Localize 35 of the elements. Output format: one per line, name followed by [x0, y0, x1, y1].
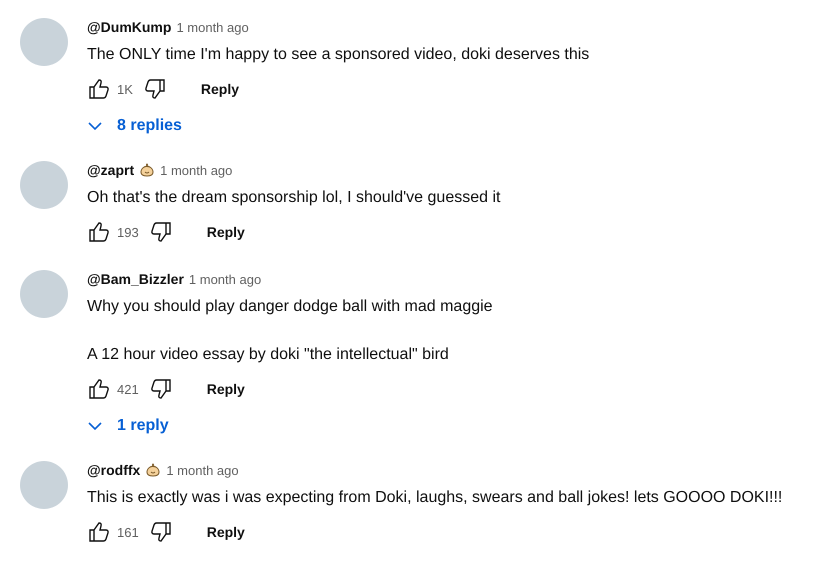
chevron-down-icon	[87, 121, 103, 131]
comment-time[interactable]: 1 month ago	[160, 162, 232, 178]
thumbs-up-icon	[87, 220, 111, 244]
comment-time[interactable]: 1 month ago	[176, 20, 249, 34]
thumbs-up-icon	[87, 520, 111, 544]
thumbs-down-icon	[148, 220, 173, 244]
comment-time[interactable]: 1 month ago	[166, 462, 239, 478]
comment-text: Why you should play danger dodge ball with mad maggie	[87, 297, 493, 317]
comment-author[interactable]: @Bam_Bizzler	[87, 271, 184, 287]
like-count: 161	[117, 524, 139, 540]
thumbs-up-icon	[87, 377, 111, 401]
like-count: 421	[117, 382, 139, 396]
thumbs-up-icon	[87, 77, 111, 101]
comment-text: The ONLY time I'm happy to see a sponsored video, doki deserves this	[87, 45, 590, 65]
comment-time[interactable]: 1 month ago	[188, 272, 262, 286]
reply-button[interactable]: Reply	[194, 216, 257, 248]
comment-author[interactable]: @DumKump	[87, 19, 172, 35]
like-count: 1K	[117, 82, 133, 96]
thumbs-down-icon	[148, 520, 173, 544]
comment-text: Oh that's the dream sponsorship lol, I should've guessed it	[87, 188, 500, 208]
chevron-down-icon	[87, 421, 103, 431]
member-badge-icon	[145, 462, 162, 478]
reply-button[interactable]: Reply	[194, 373, 257, 405]
thumbs-down-icon	[148, 377, 173, 401]
view-replies-button[interactable]: 8 replies	[87, 111, 590, 141]
reply-button[interactable]: Reply	[194, 516, 257, 548]
member-badge-icon	[139, 162, 156, 178]
comment-author[interactable]: @zaprt	[87, 162, 134, 178]
like-count: 193	[117, 224, 139, 240]
reply-button[interactable]: Reply	[188, 73, 252, 105]
comment-author[interactable]: @rodffx	[87, 462, 140, 478]
comment-text: A 12 hour video essay by doki "the intellectual" bird	[87, 345, 450, 365]
comment-text: This is exactly was i was expecting from Doki, laughs, swears and ball jokes! lets GOOOO DOKI!!!	[87, 488, 782, 508]
view-replies-button[interactable]: 1 reply	[87, 411, 493, 441]
thumbs-down-icon	[142, 77, 167, 101]
